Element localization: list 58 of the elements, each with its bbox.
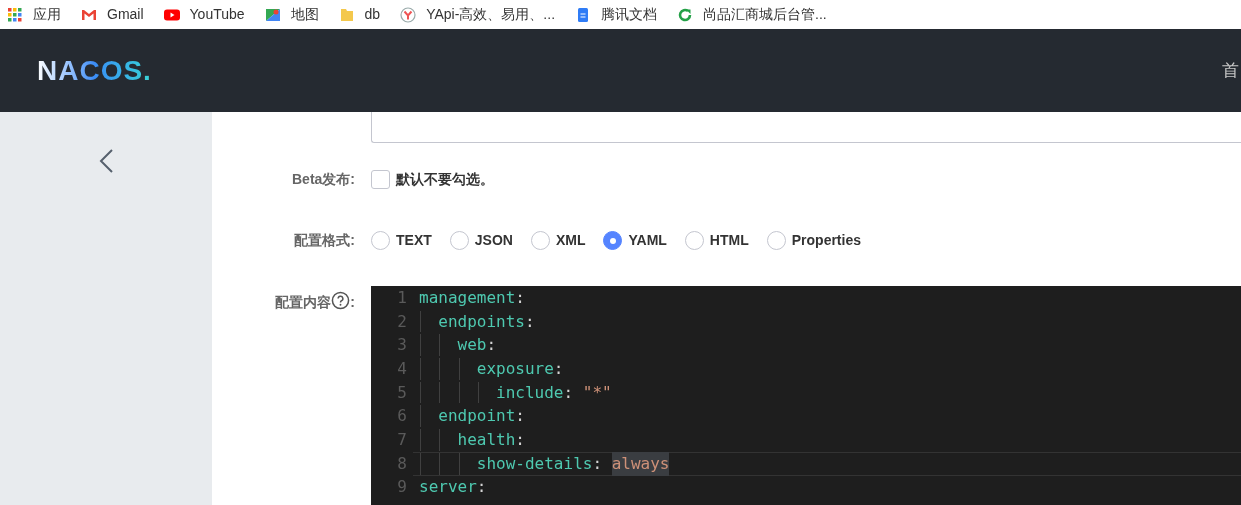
bookmark-item[interactable]: 应用 bbox=[7, 4, 61, 25]
folder-icon bbox=[338, 6, 355, 23]
bookmark-item[interactable]: Gmail bbox=[81, 4, 144, 25]
bookmark-item[interactable]: 腾讯文档 bbox=[575, 4, 658, 25]
code-key: endpoints bbox=[419, 309, 525, 334]
apps-grid-icon bbox=[7, 6, 23, 23]
help-icon[interactable] bbox=[331, 291, 351, 310]
code-colon: : bbox=[553, 357, 564, 380]
line-number: 6 bbox=[396, 405, 408, 428]
code-colon: : bbox=[515, 286, 525, 309]
line-number: 8 bbox=[396, 452, 408, 475]
code-value: "*" bbox=[582, 381, 612, 404]
code-key: server bbox=[419, 475, 477, 500]
code-colon: : bbox=[563, 381, 574, 404]
code-colon: : bbox=[592, 452, 603, 475]
code-key: health bbox=[419, 427, 516, 452]
checkbox-label: 默认不要勾选。 bbox=[396, 170, 494, 189]
y-logo-icon bbox=[400, 6, 417, 23]
line-number: 2 bbox=[396, 310, 408, 333]
bookmark-item[interactable]: YApi-高效、易用、... bbox=[400, 4, 556, 25]
line-number: 1 bbox=[396, 286, 408, 309]
format-radio[interactable]: YAML bbox=[603, 230, 667, 251]
field-label: 配置格式: bbox=[293, 231, 355, 250]
field-label: Beta发布: bbox=[291, 170, 355, 189]
format-radio[interactable]: TEXT bbox=[371, 230, 432, 251]
code-colon: : bbox=[476, 476, 487, 499]
line-number: 7 bbox=[396, 428, 408, 451]
bookmark-item[interactable]: 地图 bbox=[264, 4, 319, 25]
collapse-chevron-icon[interactable] bbox=[97, 148, 115, 174]
format-radio[interactable]: Properties bbox=[766, 230, 861, 251]
line-number: 9 bbox=[396, 476, 408, 499]
code-colon: : bbox=[515, 405, 525, 428]
map-icon bbox=[264, 6, 281, 23]
field-label: 配置内容 bbox=[275, 293, 332, 312]
code-value: always bbox=[611, 451, 670, 476]
format-radio[interactable]: XML bbox=[530, 230, 586, 251]
bookmark-item[interactable]: 尚品汇商城后台管... bbox=[677, 4, 827, 25]
code-colon: : bbox=[524, 310, 535, 333]
line-number: 4 bbox=[396, 357, 408, 380]
line-number: 5 bbox=[396, 381, 408, 404]
format-radio[interactable]: HTML bbox=[684, 230, 749, 251]
nav-item[interactable]: 首 bbox=[1222, 57, 1241, 84]
code-key: show-details bbox=[419, 451, 593, 476]
code-key: exposure bbox=[419, 356, 554, 381]
code-key: management bbox=[419, 286, 516, 310]
bookmark-item[interactable]: db bbox=[338, 4, 381, 25]
bookmark-item[interactable]: YouTube bbox=[163, 4, 245, 25]
code-editor[interactable]: 1 management: 2 endpoints: 3 web: 4 exposure: 5 include: "*" 6 endpoint: 7 health: 8 show-details: always 9 server: bbox=[371, 286, 1241, 505]
circular-arrow-icon bbox=[677, 6, 694, 23]
code-colon: : bbox=[515, 428, 525, 451]
code-key: include bbox=[419, 380, 564, 405]
format-radio[interactable]: JSON bbox=[449, 230, 513, 251]
line-number: 3 bbox=[396, 334, 408, 357]
beta-checkbox[interactable] bbox=[371, 170, 390, 189]
code-key: web bbox=[419, 333, 487, 358]
code-key: endpoint bbox=[419, 404, 516, 429]
code-colon: : bbox=[486, 334, 497, 357]
field-label-colon: : bbox=[350, 293, 355, 312]
